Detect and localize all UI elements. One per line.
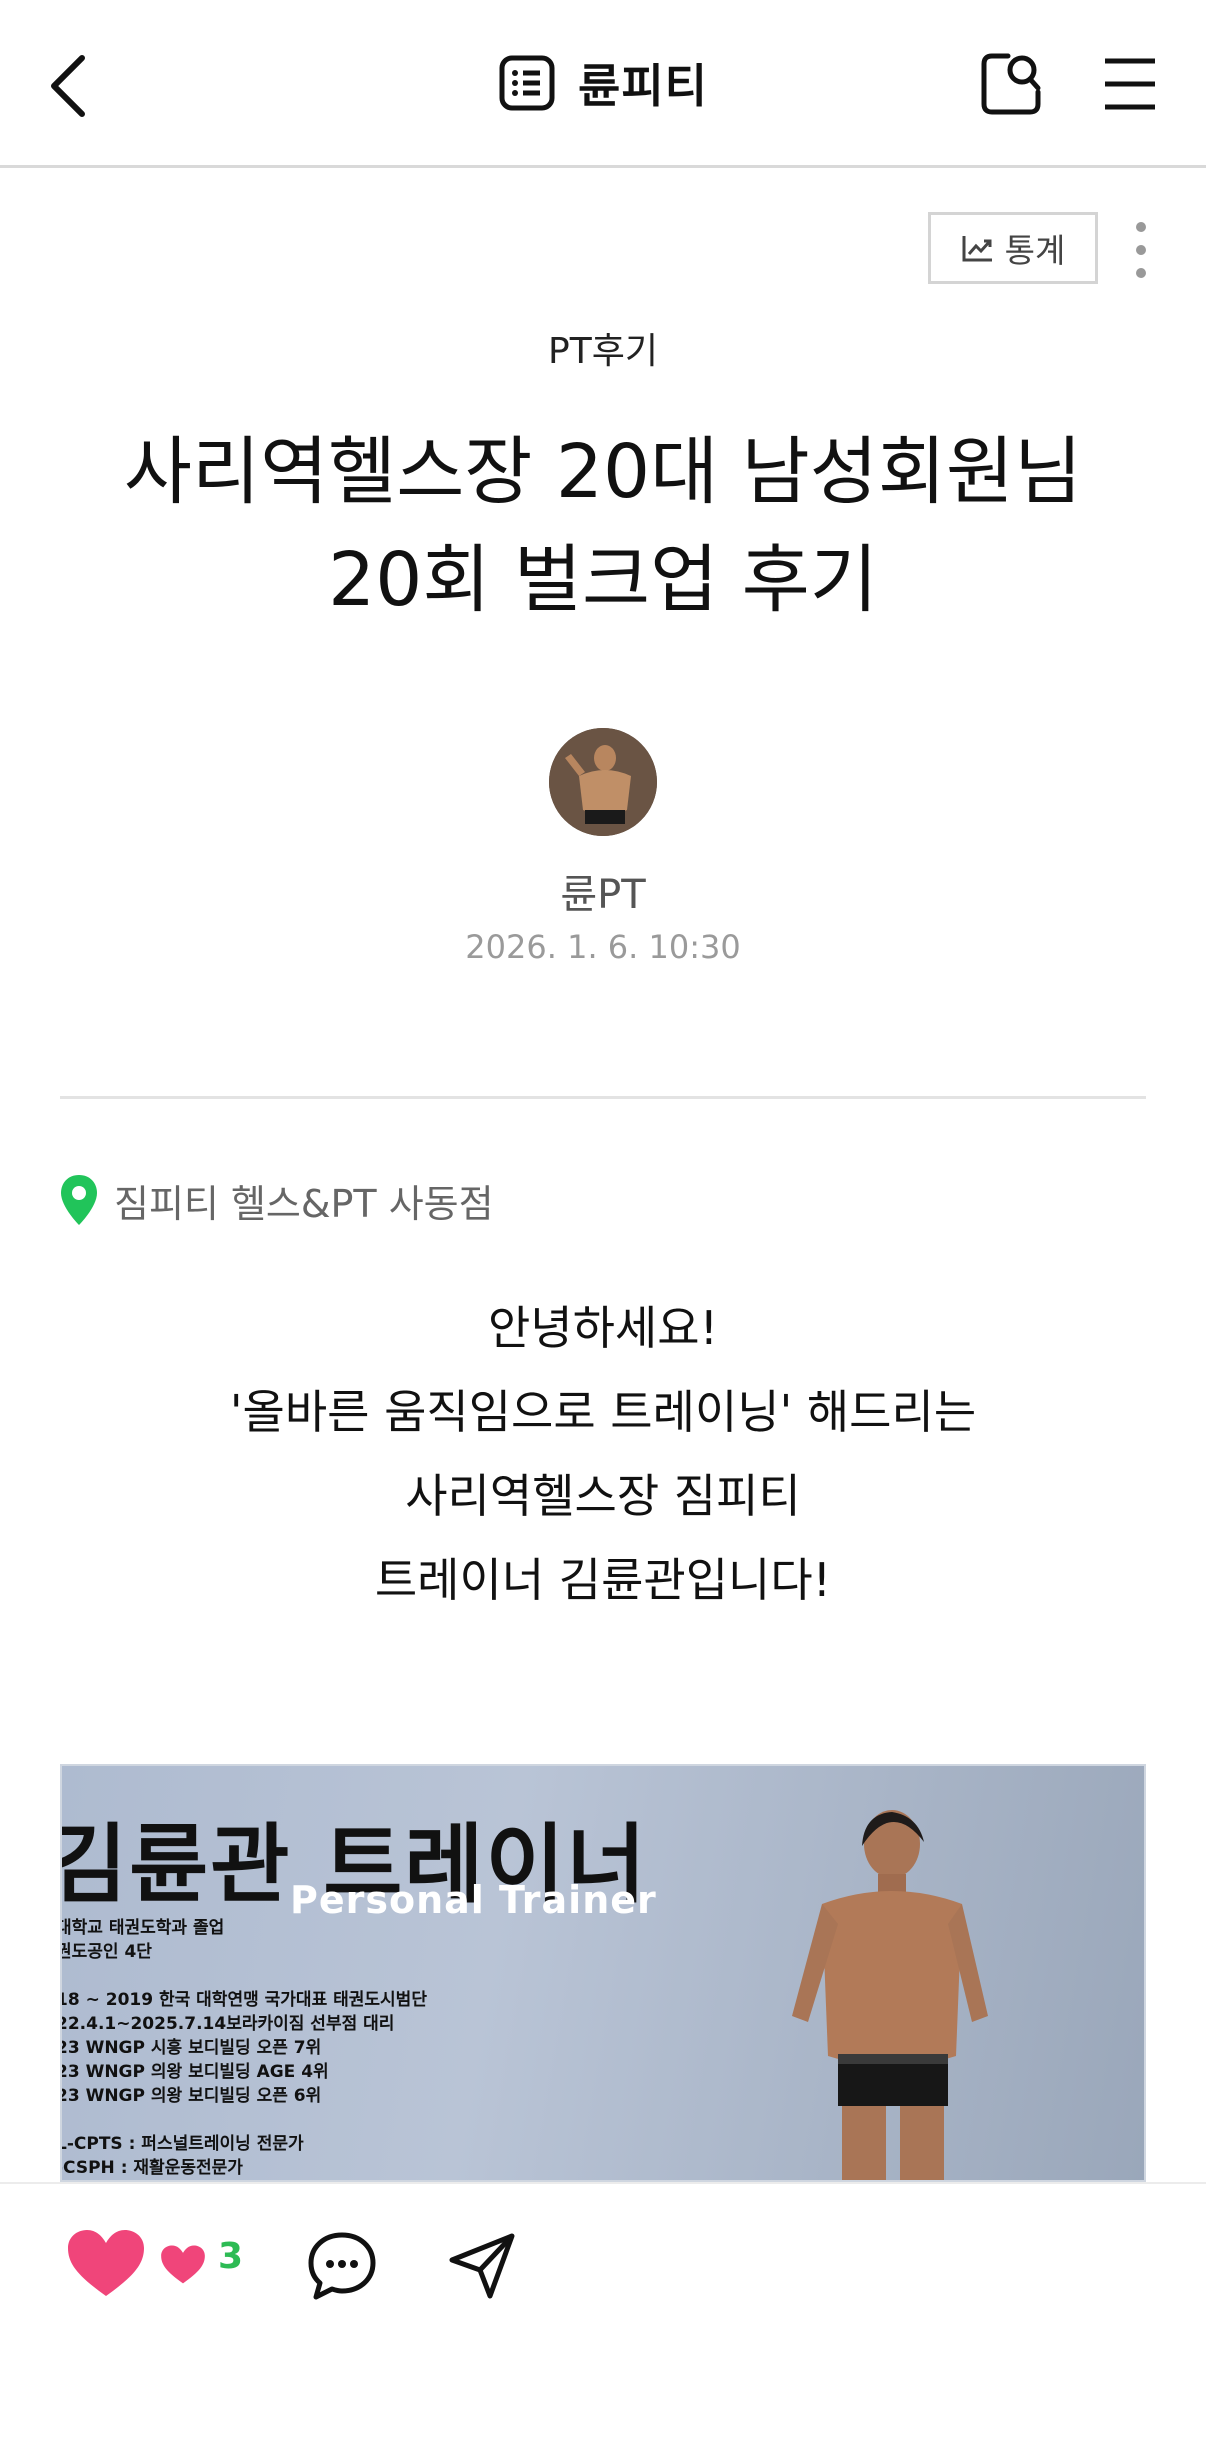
post-image[interactable]: 김륜관 트레이너 Personal Trainer 대학교 태권도학과 졸업 권… <box>60 1764 1146 2182</box>
comment-button[interactable] <box>306 2230 378 2302</box>
post-category[interactable]: PT후기 <box>0 322 1206 374</box>
bottom-action-bar: 3 <box>0 2182 1206 2438</box>
heart-icon <box>68 2230 144 2296</box>
blog-title: 륜피티 <box>578 59 708 113</box>
search-icon <box>981 53 1041 115</box>
image-line: -CSPH : 재활운동전문가 <box>60 2158 243 2178</box>
image-line: 권도공인 4단 <box>60 1942 152 1962</box>
image-line: 23 WNGP 의왕 보디빌딩 AGE 4위 <box>60 2062 329 2082</box>
image-line <box>62 1964 427 1988</box>
more-options-button[interactable] <box>1126 218 1156 282</box>
body-line: '올바른 움직임으로 트레이닝' 해드리는 <box>229 1385 977 1439</box>
image-line: 대학교 태권도학과 졸업 <box>60 1918 225 1938</box>
send-icon <box>449 2233 515 2299</box>
like-count[interactable]: 3 <box>218 2236 243 2277</box>
location-label: 짐피티 헬스&PT 사동점 <box>114 1181 494 1226</box>
image-line: 23 WNGP 의왕 보디빌딩 오픈 6위 <box>60 2086 322 2106</box>
image-line <box>62 2108 427 2132</box>
body-line: 안녕하세요! <box>487 1301 719 1355</box>
hamburger-icon <box>1105 58 1155 110</box>
location-tag[interactable]: 짐피티 헬스&PT 사동점 <box>58 1170 494 1230</box>
image-line: 18 ~ 2019 한국 대학연맹 국가대표 태권도시범단 <box>60 1990 427 2010</box>
body-line: 트레이너 김륜관입니다! <box>374 1553 832 1607</box>
author-avatar[interactable] <box>549 728 657 836</box>
author-name[interactable]: 륜PT <box>0 862 1206 920</box>
map-pin-icon <box>61 1175 97 1225</box>
trainer-figure <box>792 1810 988 2180</box>
stats-label: 통계 <box>1004 231 1066 270</box>
top-navigation-bar: 륜피티 <box>0 0 1206 168</box>
image-line: 22.4.1~2025.7.14보라카이짐 선부점 대리 <box>60 2014 395 2034</box>
post-title-line-2: 20회 벌크업 후기 <box>328 537 878 623</box>
avatar-image <box>549 728 657 836</box>
search-button[interactable] <box>978 48 1044 120</box>
like-count-heart[interactable] <box>160 2244 206 2286</box>
divider <box>60 1096 1146 1099</box>
list-icon <box>499 55 555 111</box>
post-title-line-1: 사리역헬스장 20대 남성회원님 <box>123 429 1083 515</box>
comment-icon <box>308 2232 376 2300</box>
menu-button[interactable] <box>1102 55 1158 113</box>
heart-icon <box>161 2245 205 2284</box>
image-text-block: 대학교 태권도학과 졸업 권도공인 4단 18 ~ 2019 한국 대학연맹 국… <box>60 1916 427 2180</box>
body-line: 사리역헬스장 짐피티 <box>405 1469 801 1523</box>
image-line: 23 WNGP 시흥 보디빌딩 오픈 7위 <box>60 2038 322 2058</box>
image-line: L-CPTS : 퍼스널트레이닝 전문가 <box>60 2134 304 2154</box>
more-vertical-icon <box>1136 222 1146 278</box>
post-body: 안녕하세요! '올바른 움직임으로 트레이닝' 해드리는 사리역헬스장 짐피티 … <box>0 1286 1206 1622</box>
like-button[interactable] <box>66 2228 146 2300</box>
post-title: 사리역헬스장 20대 남성회원님 20회 벌크업 후기 <box>60 418 1146 634</box>
share-button[interactable] <box>446 2230 518 2302</box>
trend-chart-icon <box>962 236 992 262</box>
stats-button[interactable]: 통계 <box>928 212 1098 284</box>
post-date: 2026. 1. 6. 10:30 <box>465 928 741 966</box>
